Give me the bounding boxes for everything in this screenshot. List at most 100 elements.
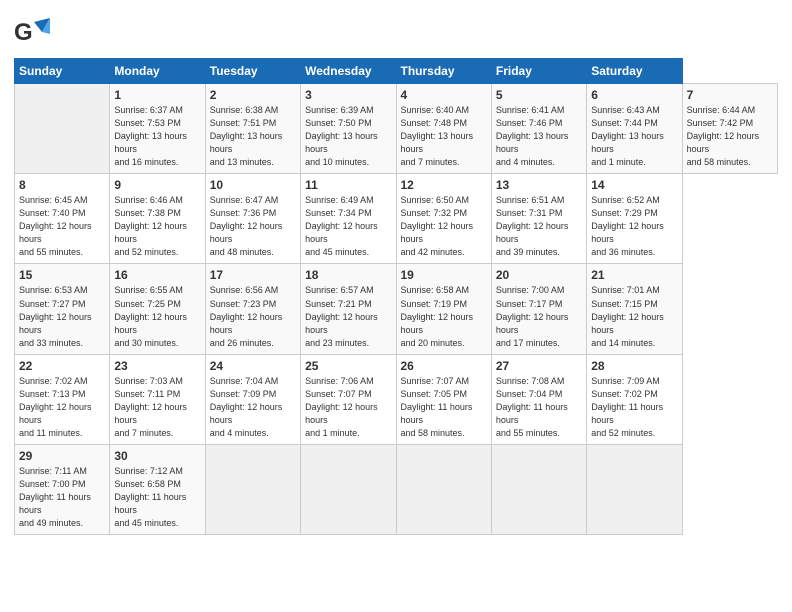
day-number: 13 xyxy=(496,178,582,192)
weekday-header-thursday: Thursday xyxy=(396,59,491,84)
day-cell-23: 23 Sunrise: 7:03 AMSunset: 7:11 PMDayligh… xyxy=(110,354,205,444)
day-number: 6 xyxy=(591,88,677,102)
day-info: Sunrise: 6:58 AMSunset: 7:19 PMDaylight:… xyxy=(401,284,487,349)
day-cell-3: 3Sunrise: 6:39 AMSunset: 7:50 PMDaylight… xyxy=(301,84,396,174)
empty-cell xyxy=(205,444,300,534)
day-cell-12: 12 Sunrise: 6:50 AMSunset: 7:32 PMDayligh… xyxy=(396,174,491,264)
day-info: Sunrise: 7:01 AMSunset: 7:15 PMDaylight:… xyxy=(591,284,677,349)
day-info: Sunrise: 7:02 AMSunset: 7:13 PMDaylight:… xyxy=(19,375,105,440)
day-number: 1 xyxy=(114,88,200,102)
weekday-header-wednesday: Wednesday xyxy=(301,59,396,84)
day-cell-14: 14Sunrise: 6:52 AMSunset: 7:29 PMDayligh… xyxy=(587,174,682,264)
day-number: 18 xyxy=(305,268,391,282)
weekday-header-tuesday: Tuesday xyxy=(205,59,300,84)
day-number: 10 xyxy=(210,178,296,192)
day-cell-15: 15Sunrise: 6:53 AMSunset: 7:27 PMDayligh… xyxy=(15,264,110,354)
day-info: Sunrise: 6:38 AMSunset: 7:51 PMDaylight:… xyxy=(210,104,296,169)
day-number: 19 xyxy=(401,268,487,282)
empty-cell xyxy=(15,84,110,174)
day-info: Sunrise: 6:40 AMSunset: 7:48 PMDaylight:… xyxy=(401,104,487,169)
day-cell-26: 26 Sunrise: 7:07 AMSunset: 7:05 PMDayligh… xyxy=(396,354,491,444)
day-number: 29 xyxy=(19,449,105,463)
weekday-header-friday: Friday xyxy=(491,59,586,84)
day-cell-28: 28 Sunrise: 7:09 AMSunset: 7:02 PMDayligh… xyxy=(587,354,682,444)
day-number: 8 xyxy=(19,178,105,192)
day-number: 5 xyxy=(496,88,582,102)
day-cell-5: 5Sunrise: 6:41 AMSunset: 7:46 PMDaylight… xyxy=(491,84,586,174)
day-cell-8: 8 Sunrise: 6:45 AMSunset: 7:40 PMDaylight… xyxy=(15,174,110,264)
day-cell-20: 20 Sunrise: 7:00 AMSunset: 7:17 PMDayligh… xyxy=(491,264,586,354)
day-info: Sunrise: 7:12 AMSunset: 6:58 PMDaylight:… xyxy=(114,465,200,530)
logo-icon: G xyxy=(14,14,50,50)
main-container: G SundayMondayTuesdayWednesdayThursdayFr… xyxy=(0,0,792,545)
day-number: 22 xyxy=(19,359,105,373)
day-number: 21 xyxy=(591,268,677,282)
day-cell-25: 25Sunrise: 7:06 AMSunset: 7:07 PMDayligh… xyxy=(301,354,396,444)
logo: G xyxy=(14,14,54,50)
day-info: Sunrise: 7:04 AMSunset: 7:09 PMDaylight:… xyxy=(210,375,296,440)
day-cell-1: 1 Sunrise: 6:37 AMSunset: 7:53 PMDaylight… xyxy=(110,84,205,174)
empty-cell xyxy=(396,444,491,534)
day-cell-11: 11 Sunrise: 6:49 AMSunset: 7:34 PMDayligh… xyxy=(301,174,396,264)
day-number: 12 xyxy=(401,178,487,192)
day-info: Sunrise: 6:45 AMSunset: 7:40 PMDaylight:… xyxy=(19,194,105,259)
day-cell-16: 16 Sunrise: 6:55 AMSunset: 7:25 PMDayligh… xyxy=(110,264,205,354)
day-cell-6: 6 Sunrise: 6:43 AMSunset: 7:44 PMDaylight… xyxy=(587,84,682,174)
week-row-5: 29 Sunrise: 7:11 AMSunset: 7:00 PMDayligh… xyxy=(15,444,778,534)
day-cell-7: 7Sunrise: 6:44 AMSunset: 7:42 PMDaylight… xyxy=(682,84,777,174)
weekday-header-sunday: Sunday xyxy=(15,59,110,84)
weekday-header-saturday: Saturday xyxy=(587,59,682,84)
day-number: 7 xyxy=(687,88,773,102)
day-cell-21: 21 Sunrise: 7:01 AMSunset: 7:15 PMDayligh… xyxy=(587,264,682,354)
day-cell-13: 13 Sunrise: 6:51 AMSunset: 7:31 PMDayligh… xyxy=(491,174,586,264)
week-row-4: 22 Sunrise: 7:02 AMSunset: 7:13 PMDayligh… xyxy=(15,354,778,444)
day-info: Sunrise: 6:55 AMSunset: 7:25 PMDaylight:… xyxy=(114,284,200,349)
day-cell-19: 19 Sunrise: 6:58 AMSunset: 7:19 PMDayligh… xyxy=(396,264,491,354)
day-cell-9: 9 Sunrise: 6:46 AMSunset: 7:38 PMDaylight… xyxy=(110,174,205,264)
day-cell-18: 18 Sunrise: 6:57 AMSunset: 7:21 PMDayligh… xyxy=(301,264,396,354)
empty-cell xyxy=(587,444,682,534)
day-info: Sunrise: 6:46 AMSunset: 7:38 PMDaylight:… xyxy=(114,194,200,259)
svg-text:G: G xyxy=(14,19,33,46)
day-info: Sunrise: 7:07 AMSunset: 7:05 PMDaylight:… xyxy=(401,375,487,440)
day-number: 26 xyxy=(401,359,487,373)
day-cell-4: 4Sunrise: 6:40 AMSunset: 7:48 PMDaylight… xyxy=(396,84,491,174)
day-cell-2: 2 Sunrise: 6:38 AMSunset: 7:51 PMDaylight… xyxy=(205,84,300,174)
day-number: 24 xyxy=(210,359,296,373)
day-info: Sunrise: 6:50 AMSunset: 7:32 PMDaylight:… xyxy=(401,194,487,259)
day-number: 28 xyxy=(591,359,677,373)
day-cell-17: 17Sunrise: 6:56 AMSunset: 7:23 PMDayligh… xyxy=(205,264,300,354)
week-row-3: 15Sunrise: 6:53 AMSunset: 7:27 PMDayligh… xyxy=(15,264,778,354)
empty-cell xyxy=(301,444,396,534)
day-info: Sunrise: 7:06 AMSunset: 7:07 PMDaylight:… xyxy=(305,375,391,440)
weekday-header-monday: Monday xyxy=(110,59,205,84)
day-info: Sunrise: 6:53 AMSunset: 7:27 PMDaylight:… xyxy=(19,284,105,349)
day-info: Sunrise: 6:47 AMSunset: 7:36 PMDaylight:… xyxy=(210,194,296,259)
day-info: Sunrise: 7:11 AMSunset: 7:00 PMDaylight:… xyxy=(19,465,105,530)
day-number: 11 xyxy=(305,178,391,192)
day-info: Sunrise: 7:00 AMSunset: 7:17 PMDaylight:… xyxy=(496,284,582,349)
day-number: 9 xyxy=(114,178,200,192)
day-number: 16 xyxy=(114,268,200,282)
day-cell-30: 30Sunrise: 7:12 AMSunset: 6:58 PMDayligh… xyxy=(110,444,205,534)
day-number: 27 xyxy=(496,359,582,373)
day-info: Sunrise: 6:52 AMSunset: 7:29 PMDaylight:… xyxy=(591,194,677,259)
week-row-2: 8 Sunrise: 6:45 AMSunset: 7:40 PMDaylight… xyxy=(15,174,778,264)
day-info: Sunrise: 6:43 AMSunset: 7:44 PMDaylight:… xyxy=(591,104,677,169)
day-info: Sunrise: 6:51 AMSunset: 7:31 PMDaylight:… xyxy=(496,194,582,259)
day-info: Sunrise: 6:37 AMSunset: 7:53 PMDaylight:… xyxy=(114,104,200,169)
day-number: 2 xyxy=(210,88,296,102)
day-cell-10: 10 Sunrise: 6:47 AMSunset: 7:36 PMDayligh… xyxy=(205,174,300,264)
day-cell-22: 22 Sunrise: 7:02 AMSunset: 7:13 PMDayligh… xyxy=(15,354,110,444)
day-cell-24: 24 Sunrise: 7:04 AMSunset: 7:09 PMDayligh… xyxy=(205,354,300,444)
day-cell-29: 29 Sunrise: 7:11 AMSunset: 7:00 PMDayligh… xyxy=(15,444,110,534)
day-info: Sunrise: 6:57 AMSunset: 7:21 PMDaylight:… xyxy=(305,284,391,349)
calendar-table: SundayMondayTuesdayWednesdayThursdayFrid… xyxy=(14,58,778,535)
day-info: Sunrise: 7:03 AMSunset: 7:11 PMDaylight:… xyxy=(114,375,200,440)
day-info: Sunrise: 6:49 AMSunset: 7:34 PMDaylight:… xyxy=(305,194,391,259)
day-info: Sunrise: 7:09 AMSunset: 7:02 PMDaylight:… xyxy=(591,375,677,440)
day-number: 20 xyxy=(496,268,582,282)
day-number: 23 xyxy=(114,359,200,373)
header-row: SundayMondayTuesdayWednesdayThursdayFrid… xyxy=(15,59,778,84)
week-row-1: 1 Sunrise: 6:37 AMSunset: 7:53 PMDaylight… xyxy=(15,84,778,174)
